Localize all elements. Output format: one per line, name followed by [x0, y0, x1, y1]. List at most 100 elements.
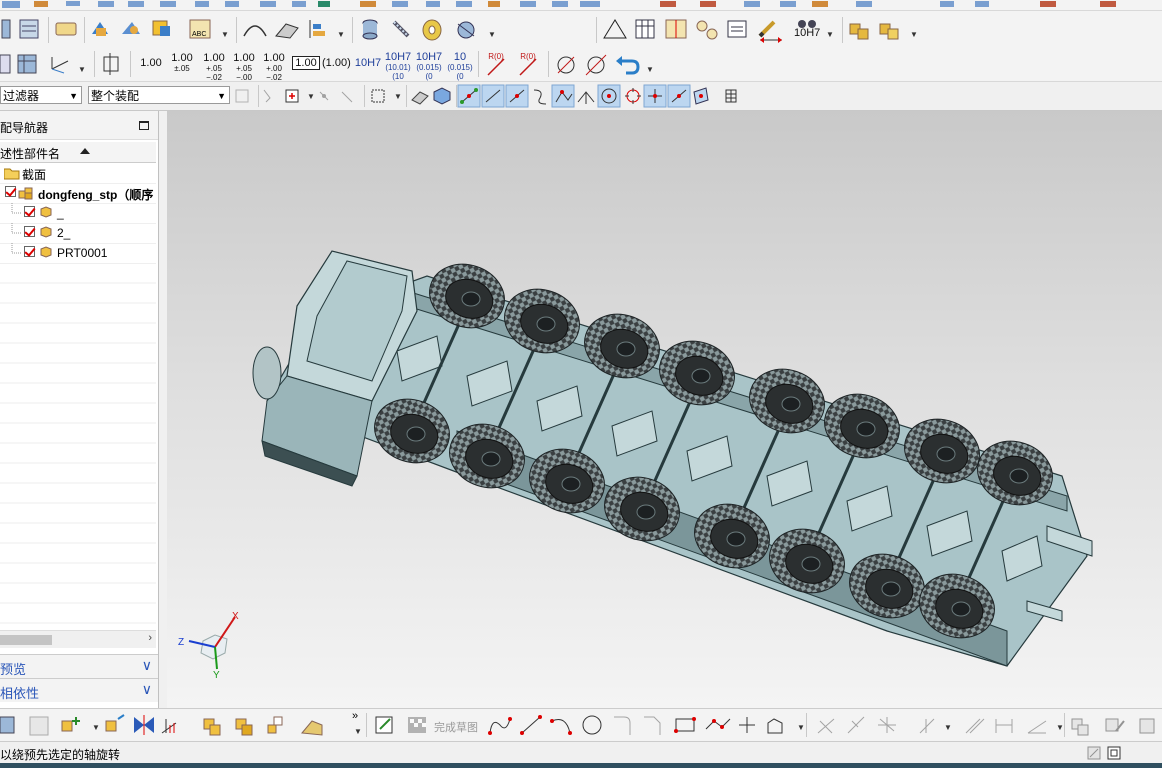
tree-connector — [11, 203, 22, 214]
column-header[interactable]: 述性部件名 — [0, 142, 156, 163]
scrollbar-thumb[interactable] — [0, 635, 52, 645]
snap-face-icon — [693, 87, 709, 105]
dropdown-arrow[interactable]: ▼ — [337, 30, 345, 39]
dropdown-arrow[interactable]: ▼ — [488, 30, 496, 39]
tree-connector — [11, 243, 22, 254]
bearing-icon — [457, 21, 475, 39]
dropdown-arrow[interactable]: ▼ — [910, 30, 918, 39]
tree-row-label: 截面 — [22, 168, 47, 182]
dim-button-reference[interactable]: (1.00) — [322, 57, 351, 69]
fit-button-2[interactable]: 10H7 (10.01) (10 — [384, 51, 412, 81]
align-icon — [309, 20, 325, 38]
pick-vertex-icon — [319, 91, 329, 101]
explode-icon — [203, 718, 221, 736]
view-triad[interactable]: X Z Y — [175, 609, 255, 679]
slash-red-icon — [487, 58, 505, 76]
assembly-sketch-icon — [1071, 718, 1089, 736]
component-add-icon — [92, 22, 108, 36]
sketch-tools[interactable] — [372, 713, 1162, 739]
filter-pick-icon — [263, 89, 271, 103]
diameter-icon — [557, 56, 575, 74]
dim-button-2[interactable]: 1.00 ±.05 — [168, 52, 196, 73]
toolbar-row-2-icons[interactable]: ABC — [0, 16, 1162, 44]
dropdown-arrow[interactable]: ▼ — [78, 65, 86, 74]
circles-icon — [696, 20, 718, 40]
cube-view-icon — [433, 87, 451, 105]
overflow-icon[interactable]: » — [352, 710, 358, 722]
dropdown-arrow[interactable]: ▼ — [221, 30, 229, 39]
horizontal-scrollbar[interactable]: › — [0, 630, 156, 648]
separator — [84, 17, 85, 43]
assembly-scope-combo[interactable]: 整个装配 ▼ — [88, 86, 230, 104]
dropdown-arrow[interactable]: ▼ — [797, 723, 805, 732]
tag-icon — [55, 22, 77, 36]
row3-right-icons[interactable] — [482, 51, 662, 79]
chamfer-icon — [644, 716, 661, 735]
tree-row-part[interactable]: PRT0001 — [0, 243, 156, 264]
arc-icon — [550, 719, 572, 735]
dropdown-arrow[interactable]: ▼ — [354, 727, 362, 736]
dependency-panel-label: 相依性 — [0, 686, 40, 701]
truck-chassis-model[interactable] — [167, 111, 1162, 708]
sort-ascending-icon[interactable] — [80, 148, 90, 154]
ortho-dim-icon[interactable] — [100, 51, 130, 79]
scroll-right-arrow[interactable]: › — [148, 632, 152, 644]
tree-row-label: PRT0001 — [57, 246, 108, 260]
dropdown-arrow[interactable]: ▼ — [307, 92, 315, 101]
dropdown-arrow[interactable]: ▼ — [92, 723, 100, 732]
undo-arrow-icon — [616, 56, 640, 75]
add-part-icon — [61, 717, 80, 732]
separator — [352, 17, 353, 43]
profile-icon — [488, 717, 512, 735]
component-replace-icon — [152, 20, 170, 36]
toolbar-row-3: ▼ 1.00 1.00 ±.05 1.00 +.05 −.02 1.00 +.05 −… — [0, 47, 1162, 82]
top-icon-strip[interactable] — [0, 1, 1162, 11]
dim-button-basic[interactable]: 1.00 — [292, 56, 320, 70]
separator — [258, 85, 259, 107]
separator — [842, 17, 843, 43]
parts-icon — [0, 716, 15, 734]
select-settings-icon — [235, 89, 249, 103]
separator — [806, 713, 807, 737]
dropdown-arrow[interactable]: ▼ — [1056, 723, 1064, 732]
tree-row-assembly[interactable]: dongfeng_stp（顺序 — [0, 183, 156, 204]
visibility-checkbox[interactable] — [5, 186, 16, 197]
dim-button-3[interactable]: 1.00 +.05 −.02 — [200, 52, 228, 82]
filter-combo[interactable]: 过滤器 ▼ — [0, 86, 82, 104]
dropdown-arrow[interactable]: ▼ — [394, 92, 402, 101]
surface-icon — [275, 23, 299, 39]
dim-button-1[interactable]: 1.00 — [138, 57, 164, 69]
visibility-checkbox[interactable] — [24, 226, 35, 237]
chevron-down-icon[interactable]: ∨ — [142, 657, 152, 674]
dim-button-4[interactable]: 1.00 +.05 −.00 — [230, 52, 258, 82]
dimension-width-icon — [760, 37, 782, 43]
chevron-down-icon[interactable]: ∨ — [142, 681, 152, 698]
table-grid-icon — [725, 89, 737, 103]
line-icon — [520, 715, 542, 735]
fit-button-3[interactable]: 10H7 (0.015) (0 — [415, 51, 443, 81]
dropdown-arrow[interactable]: ▼ — [944, 723, 952, 732]
visibility-checkbox[interactable] — [24, 246, 35, 257]
taskbar-edge — [0, 763, 1162, 768]
separator — [48, 17, 49, 43]
maximize-icon[interactable] — [139, 121, 149, 130]
dim-button-5[interactable]: 1.00 +.00 −.02 — [260, 52, 288, 82]
fit-label[interactable]: 10H7 — [794, 28, 820, 39]
status-icons[interactable] — [1086, 745, 1126, 761]
tree-row-section[interactable]: 截面 — [0, 163, 156, 184]
tree-row-part[interactable]: _ — [0, 203, 156, 224]
slash-red-icon — [519, 58, 537, 76]
fit-button-1[interactable]: 10H7 — [354, 57, 382, 69]
tree-row-part[interactable]: 2_ — [0, 223, 156, 244]
preview-panel-header[interactable]: 预览 ∨ — [0, 654, 158, 678]
dependency-panel-header[interactable]: 相依性 ∨ — [0, 678, 158, 702]
visibility-checkbox[interactable] — [24, 206, 35, 217]
bottom-left-icons[interactable] — [0, 713, 360, 739]
finish-sketch-label[interactable]: 完成草图 — [434, 719, 478, 735]
graphics-viewport[interactable]: X Z Y — [167, 111, 1162, 708]
abc-icon: ABC — [189, 19, 211, 39]
dropdown-arrow[interactable]: ▼ — [646, 65, 654, 74]
fit-button-4[interactable]: 10 (0.015) (0 — [446, 51, 474, 81]
dropdown-arrow[interactable]: ▼ — [826, 30, 834, 39]
sketch-icon — [375, 716, 393, 734]
